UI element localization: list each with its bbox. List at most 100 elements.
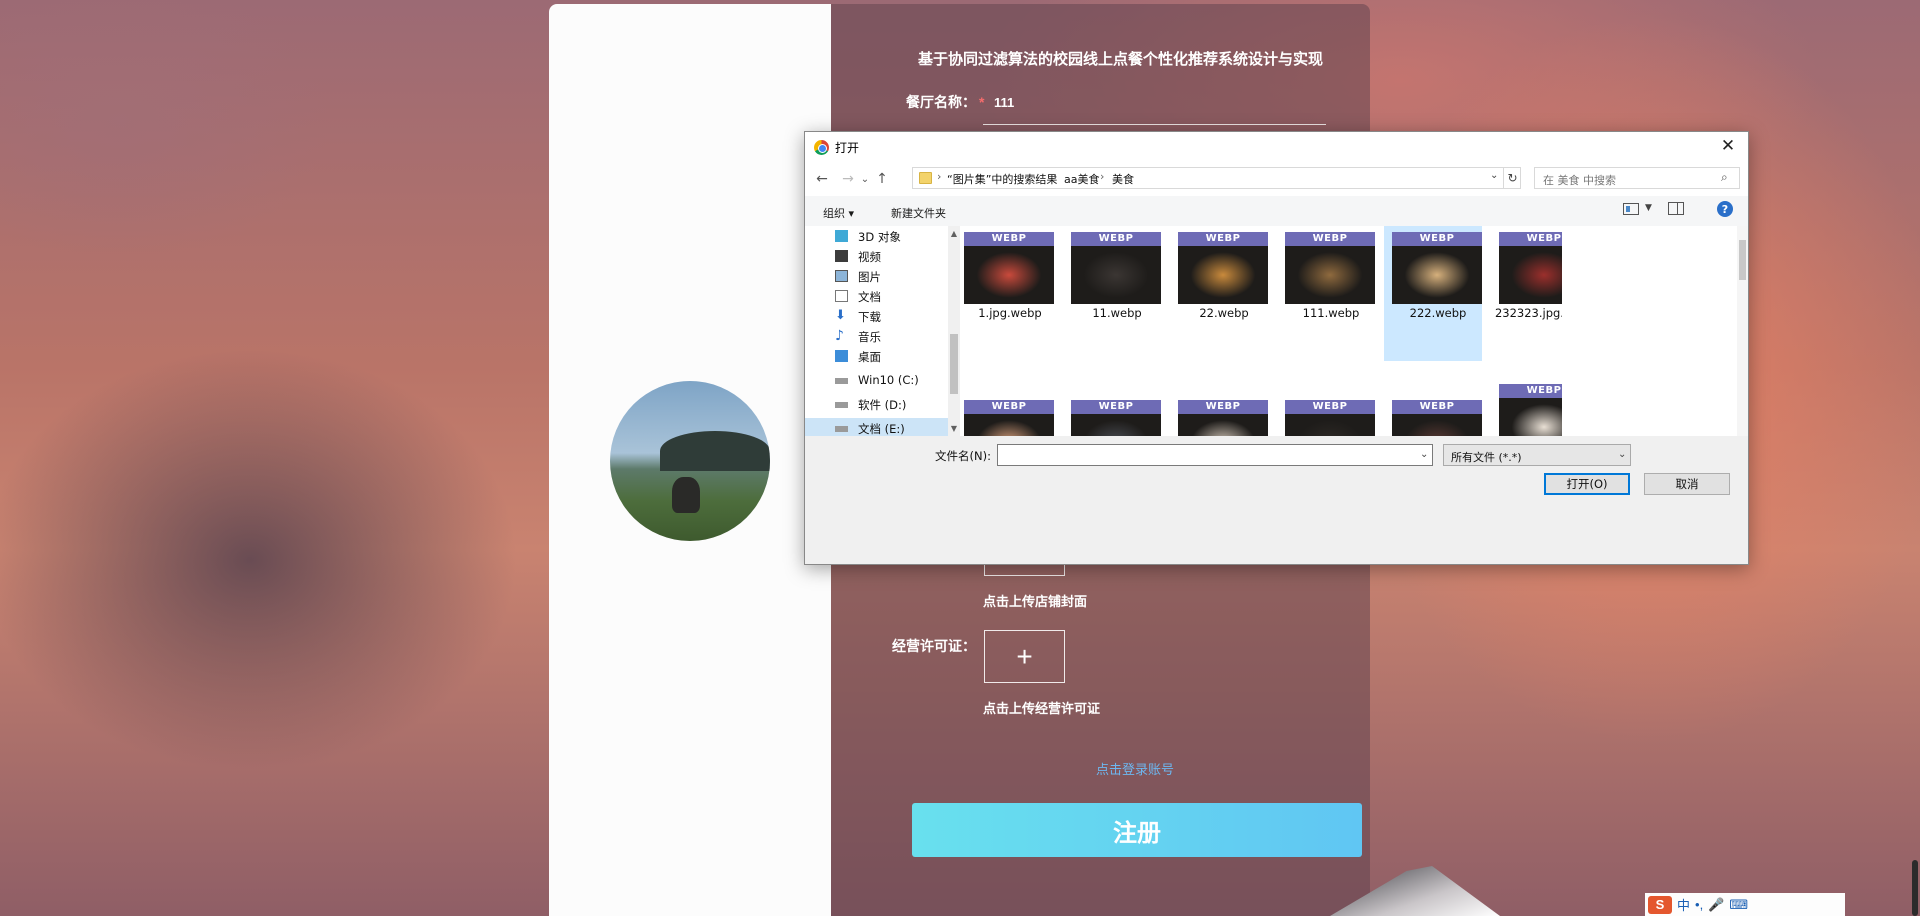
breadcrumb-item[interactable]: “图片集”中的搜索结果 xyxy=(947,171,1057,187)
cancel-button[interactable]: 取消 xyxy=(1644,473,1730,495)
file-item[interactable]: WEBP 222.webp xyxy=(1384,226,1482,361)
nav-item-label: 桌面 xyxy=(858,350,881,364)
nav-pane-scrollbar[interactable]: ▲ ▼ xyxy=(948,226,960,436)
breadcrumb-item[interactable]: 美食 xyxy=(1112,171,1134,187)
chrome-icon xyxy=(814,140,829,155)
avatar-hill xyxy=(660,431,770,471)
drive-icon xyxy=(835,378,848,384)
dialog-title: 打开 xyxy=(835,141,860,155)
breadcrumb-separator: › xyxy=(1100,170,1105,183)
file-item[interactable]: WEBP xyxy=(960,394,1054,436)
webp-badge: WEBP xyxy=(1071,400,1161,414)
nav-item-label: 视频 xyxy=(858,250,881,264)
drive-icon xyxy=(835,402,848,408)
dialog-toolbar: 组织 ▾ 新建文件夹 ▼ ? xyxy=(805,196,1748,226)
keyboard-icon[interactable]: ⌨ xyxy=(1729,897,1748,913)
file-item[interactable]: WEBP 11.webp xyxy=(1063,226,1161,361)
help-icon[interactable]: ? xyxy=(1717,201,1733,217)
address-bar[interactable]: › “图片集”中的搜索结果 › aa美食 › 美食 ⌄ ↻ xyxy=(912,167,1521,189)
file-item[interactable]: WEBP 22.webp xyxy=(1170,226,1268,361)
pictures-icon xyxy=(835,270,848,282)
punctuation-icon[interactable]: •, xyxy=(1695,897,1703,912)
nav-item-videos[interactable]: 视频 xyxy=(805,246,948,266)
webp-badge: WEBP xyxy=(1499,384,1562,398)
navigation-pane: 3D 对象 视频 图片 文档 ⬇ 下载 ♪ 音乐 桌面 Win10 (C:) 软… xyxy=(805,226,948,436)
nav-item-music[interactable]: ♪ 音乐 xyxy=(805,326,948,346)
forward-arrow-icon[interactable]: → xyxy=(839,168,857,190)
chevron-down-icon[interactable]: ▼ xyxy=(1645,203,1652,213)
scroll-up-icon[interactable]: ▲ xyxy=(949,228,959,238)
file-item[interactable]: WEBP xyxy=(1063,394,1161,436)
new-folder-button[interactable]: 新建文件夹 xyxy=(891,205,946,221)
webp-badge: WEBP xyxy=(1392,232,1482,246)
recent-locations-chevron-icon[interactable]: ⌄ xyxy=(859,168,871,190)
nav-item-label: 音乐 xyxy=(858,330,881,344)
system-title: 基于协同过滤算法的校园线上点餐个性化推荐系统设计与实现 xyxy=(918,51,1324,68)
search-input[interactable]: 在 美食 中搜索 ⌕ xyxy=(1534,167,1740,189)
webp-badge: WEBP xyxy=(1071,232,1161,246)
plus-icon: + xyxy=(1016,640,1033,672)
license-upload-box[interactable]: + xyxy=(984,630,1065,683)
nav-item-drive-c[interactable]: Win10 (C:) xyxy=(805,370,948,390)
file-item[interactable]: WEBP 1.jpg.webp xyxy=(960,226,1054,361)
nav-item-desktop[interactable]: 桌面 xyxy=(805,346,948,366)
organize-menu[interactable]: 组织 ▾ xyxy=(823,205,854,221)
login-link[interactable]: 点击登录账号 xyxy=(1096,759,1174,778)
nav-item-downloads[interactable]: ⬇ 下载 xyxy=(805,306,948,326)
filename-input[interactable]: ⌄ xyxy=(997,444,1433,466)
search-icon: ⌕ xyxy=(1721,170,1728,184)
back-arrow-icon[interactable]: ← xyxy=(813,168,831,190)
register-button[interactable]: 注册 xyxy=(912,803,1362,857)
open-button[interactable]: 打开(O) xyxy=(1544,473,1630,495)
nav-item-label: 软件 (D:) xyxy=(858,398,907,412)
file-item[interactable]: WEBP xyxy=(1491,378,1562,436)
file-item[interactable]: WEBP 111.webp xyxy=(1277,226,1375,361)
scrollbar-thumb[interactable] xyxy=(1739,240,1746,280)
file-item[interactable]: WEBP xyxy=(1384,394,1482,436)
breadcrumb-item[interactable]: aa美食 xyxy=(1064,171,1099,187)
restaurant-name-underline xyxy=(983,124,1326,125)
avatar-person xyxy=(672,477,700,513)
chevron-down-icon[interactable]: ⌄ xyxy=(1420,449,1428,460)
page-scrollbar[interactable] xyxy=(1912,860,1918,916)
webp-badge: WEBP xyxy=(1392,400,1482,414)
chevron-down-icon[interactable]: ⌄ xyxy=(1490,170,1498,181)
breadcrumb-separator: › xyxy=(1053,170,1058,183)
scrollbar-thumb[interactable] xyxy=(950,334,958,394)
file-thumbnail: WEBP xyxy=(1178,232,1268,304)
webp-badge: WEBP xyxy=(1178,400,1268,414)
filetype-select[interactable]: 所有文件 (*.*) ⌄ xyxy=(1443,444,1631,466)
file-item[interactable]: WEBP xyxy=(1170,394,1268,436)
file-item[interactable]: WEBP 232323.jpg.webp xyxy=(1491,226,1562,361)
webp-badge: WEBP xyxy=(1499,232,1562,246)
file-thumbnail: WEBP xyxy=(1499,384,1562,436)
nav-item-label: 图片 xyxy=(858,270,881,284)
nav-item-pictures[interactable]: 图片 xyxy=(805,266,948,286)
file-open-dialog: 打开 ✕ ← → ⌄ ↑ › “图片集”中的搜索结果 › aa美食 › 美食 ⌄… xyxy=(804,131,1749,565)
file-item[interactable]: WEBP xyxy=(1277,394,1375,436)
microphone-icon[interactable]: 🎤 xyxy=(1708,897,1724,913)
refresh-icon[interactable]: ↻ xyxy=(1503,168,1521,188)
up-arrow-icon[interactable]: ↑ xyxy=(873,168,891,190)
nav-item-drive-d[interactable]: 软件 (D:) xyxy=(805,394,948,414)
close-icon[interactable]: ✕ xyxy=(1715,134,1741,158)
cover-upload-hint: 点击上传店铺封面 xyxy=(983,594,1088,609)
ime-toolbar: S 中 •, 🎤 ⌨ xyxy=(1645,893,1845,916)
restaurant-name-input[interactable]: 111 xyxy=(994,95,1014,110)
scroll-down-icon[interactable]: ▼ xyxy=(949,423,959,433)
dialog-titlebar[interactable]: 打开 ✕ xyxy=(805,132,1748,162)
documents-icon xyxy=(835,290,848,302)
file-list-scrollbar[interactable] xyxy=(1737,226,1748,436)
nav-item-drive-e[interactable]: 文档 (E:) xyxy=(805,418,948,436)
avatar-image xyxy=(610,381,770,541)
view-options-icon[interactable] xyxy=(1623,203,1639,215)
ime-mode-toggle[interactable]: 中 xyxy=(1677,895,1690,914)
folder-icon xyxy=(919,172,932,184)
preview-pane-icon[interactable] xyxy=(1668,202,1684,215)
dialog-footer: 文件名(N): ⌄ 所有文件 (*.*) ⌄ 打开(O) 取消 xyxy=(805,436,1748,564)
sogou-logo-icon[interactable]: S xyxy=(1648,895,1672,914)
video-icon xyxy=(835,250,848,262)
webp-badge: WEBP xyxy=(964,232,1054,246)
nav-item-documents[interactable]: 文档 xyxy=(805,286,948,306)
nav-item-3d-objects[interactable]: 3D 对象 xyxy=(805,226,948,246)
